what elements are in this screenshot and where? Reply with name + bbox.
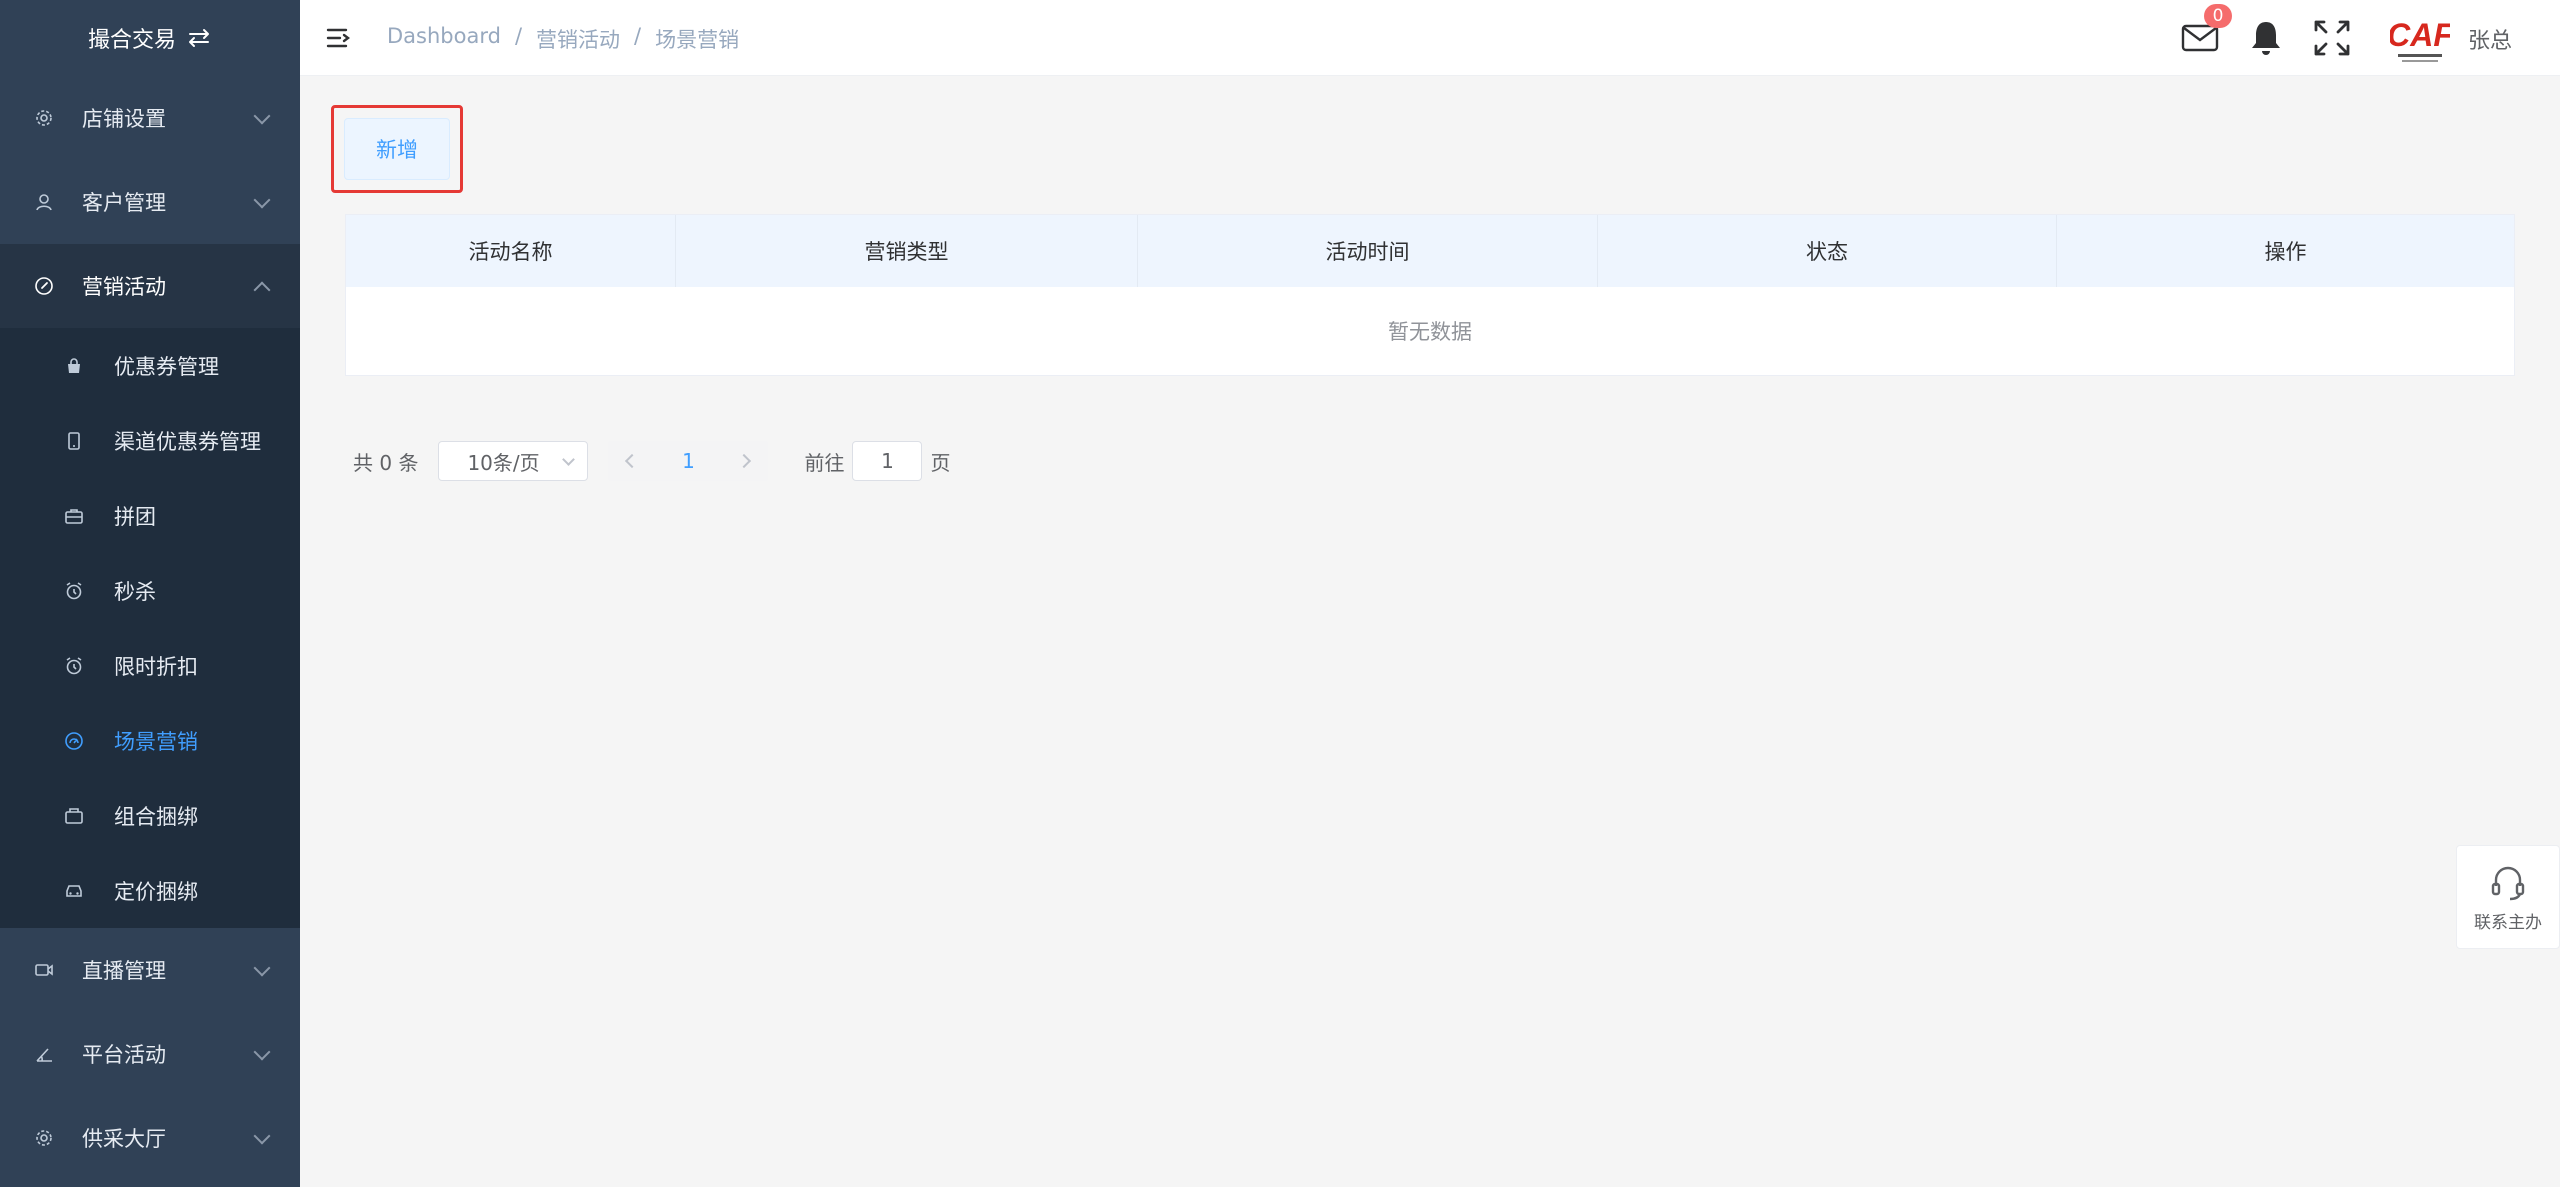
fullscreen-icon[interactable] xyxy=(2312,18,2352,58)
column-header: 活动时间 xyxy=(1138,215,1598,287)
top-navbar: Dashboard / 营销活动 / 场景营销 0 CAF 张总 xyxy=(300,0,2560,76)
submenu-item-coupons[interactable]: 优惠券管理 xyxy=(0,328,300,403)
column-header: 操作 xyxy=(2264,240,2307,264)
bag-icon xyxy=(64,356,84,376)
breadcrumb: Dashboard / 营销活动 / 场景营销 xyxy=(387,24,739,54)
submenu-item-combo-bundle[interactable]: 组合捆绑 xyxy=(0,778,300,853)
chevron-down-icon xyxy=(253,107,271,125)
phone-icon xyxy=(64,431,84,451)
alarm-icon xyxy=(64,581,84,601)
submenu-label: 秒杀 xyxy=(114,579,156,604)
caf-logo[interactable]: CAF xyxy=(2390,12,2450,68)
goto-label: 前往 xyxy=(804,450,845,475)
submenu-label: 渠道优惠券管理 xyxy=(114,429,261,454)
sidebar-item-platform-activity[interactable]: 平台活动 xyxy=(0,1012,300,1096)
breadcrumb-item[interactable]: Dashboard xyxy=(387,24,501,54)
sidebar: 撮合交易 店铺设置 客户管理 营销活动 优惠券管理 渠道优惠券管理 拼团 秒杀 … xyxy=(0,0,300,1187)
prev-page-button[interactable] xyxy=(608,441,652,481)
submenu-label: 限时折扣 xyxy=(114,654,198,679)
sidebar-item-label: 供采大厅 xyxy=(82,1127,166,1151)
chevron-down-icon xyxy=(253,1127,271,1145)
chevron-down-icon xyxy=(562,453,576,466)
sidebar-item-label: 客户管理 xyxy=(82,191,166,215)
sidebar-item-label: 平台活动 xyxy=(82,1043,166,1067)
sidebar-item-label: 直播管理 xyxy=(82,959,166,983)
sidebar-item-supply-hall[interactable]: 供采大厅 xyxy=(0,1096,300,1180)
column-header: 活动名称 xyxy=(346,215,676,287)
column-header: 营销类型 xyxy=(676,215,1138,287)
submenu-label: 定价捆绑 xyxy=(114,879,198,904)
page-number[interactable]: 1 xyxy=(652,449,724,473)
submenu-item-group-buy[interactable]: 拼团 xyxy=(0,478,300,553)
next-page-button[interactable] xyxy=(724,441,768,481)
column-header: 状态 xyxy=(1598,215,2057,287)
chevron-down-icon xyxy=(253,959,271,977)
pagination-total: 共 0 条 xyxy=(353,450,419,475)
breadcrumb-item[interactable]: 营销活动 xyxy=(536,24,620,54)
headset-icon xyxy=(2491,866,2525,900)
logo-text: CAF xyxy=(2390,17,2450,53)
submenu-item-channel-coupons[interactable]: 渠道优惠券管理 xyxy=(0,403,300,478)
pagination: 共 0 条 10条/页 1 前往 1 页 xyxy=(353,441,950,481)
sidebar-header[interactable]: 撮合交易 xyxy=(0,0,300,76)
page-size-select[interactable]: 10条/页 xyxy=(438,441,589,481)
sidebar-title: 撮合交易 xyxy=(87,28,176,53)
chevron-up-icon xyxy=(253,281,271,299)
gear-icon xyxy=(34,1128,54,1148)
submenu-label: 场景营销 xyxy=(114,729,198,754)
gauge-icon xyxy=(64,731,84,751)
goto-page-input[interactable]: 1 xyxy=(852,441,923,481)
chevron-right-icon xyxy=(737,453,752,469)
sidebar-item-store-settings[interactable]: 店铺设置 xyxy=(0,76,300,160)
angle-icon xyxy=(34,1044,54,1064)
submenu-item-price-bundle[interactable]: 定价捆绑 xyxy=(0,853,300,928)
pager-box: 1 xyxy=(608,441,769,481)
page-suffix: 页 xyxy=(930,450,951,475)
switch-icon xyxy=(186,28,212,48)
submenu-item-scene-marketing[interactable]: 场景营销 xyxy=(0,703,300,778)
mail-badge: 0 xyxy=(2204,4,2232,28)
user-icon xyxy=(34,192,54,212)
table-header: 活动名称 营销类型 活动时间 状态 操作 xyxy=(346,215,2514,287)
user-name[interactable]: 张总 xyxy=(2468,23,2512,55)
gear-icon xyxy=(34,108,54,128)
sidebar-item-customers[interactable]: 客户管理 xyxy=(0,160,300,244)
sidebar-item-live[interactable]: 直播管理 xyxy=(0,928,300,1012)
submenu-label: 组合捆绑 xyxy=(114,804,198,829)
compass-icon xyxy=(34,276,54,296)
contact-organizer-button[interactable]: 联系主办 xyxy=(2456,845,2560,949)
sidebar-item-label: 营销活动 xyxy=(82,275,166,299)
submenu-label: 拼团 xyxy=(114,504,156,529)
breadcrumb-separator: / xyxy=(514,24,523,48)
contact-label: 联系主办 xyxy=(2474,912,2542,933)
sidebar-item-label: 店铺设置 xyxy=(82,107,166,131)
chevron-down-icon xyxy=(253,191,271,209)
empty-text: 暂无数据 xyxy=(1388,320,1472,344)
add-button[interactable]: 新增 xyxy=(344,118,450,180)
box-icon xyxy=(64,806,84,826)
chevron-down-icon xyxy=(253,1043,271,1061)
bell-icon[interactable] xyxy=(2248,18,2284,58)
marketing-submenu: 优惠券管理 渠道优惠券管理 拼团 秒杀 限时折扣 场景营销 组合捆绑 定价捆绑 xyxy=(0,328,300,928)
highlight-box: 新增 xyxy=(331,105,463,193)
submenu-label: 优惠券管理 xyxy=(114,354,219,379)
video-icon xyxy=(34,960,54,980)
sidebar-item-marketing[interactable]: 营销活动 xyxy=(0,244,300,328)
page-size-value: 10条/页 xyxy=(467,450,540,475)
activity-table: 活动名称 营销类型 活动时间 状态 操作 暂无数据 xyxy=(345,214,2515,376)
breadcrumb-separator: / xyxy=(634,24,642,48)
car-icon xyxy=(64,881,84,901)
chevron-left-icon xyxy=(625,453,640,469)
alarm-icon xyxy=(64,656,84,676)
submenu-item-time-discount[interactable]: 限时折扣 xyxy=(0,628,300,703)
breadcrumb-current: 场景营销 xyxy=(655,28,740,52)
briefcase-icon xyxy=(64,506,84,526)
submenu-item-flash-sale[interactable]: 秒杀 xyxy=(0,553,300,628)
sidebar-toggle-icon[interactable] xyxy=(326,26,352,50)
